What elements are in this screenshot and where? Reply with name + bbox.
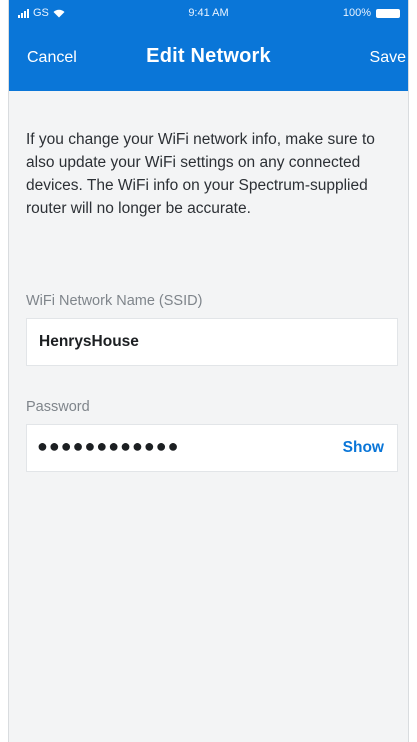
- status-bar: GS 9:41 AM 100%: [9, 0, 408, 26]
- header: GS 9:41 AM 100% Cancel Edit Network Save: [9, 0, 408, 91]
- status-right: 100%: [343, 7, 400, 19]
- show-password-button[interactable]: Show: [343, 439, 384, 457]
- password-label: Password: [26, 399, 90, 415]
- battery-percent: 100%: [342, 7, 371, 19]
- page-title: Edit Network: [146, 45, 271, 67]
- password-value: ●●●●●●●●●●●●: [37, 436, 180, 456]
- phone-screen: GS 9:41 AM 100% Cancel Edit Network Save…: [8, 0, 409, 742]
- intro-text: If you change your WiFi network info, ma…: [26, 131, 375, 217]
- battery-icon: [376, 8, 400, 18]
- ssid-input[interactable]: HenrysHouse: [26, 318, 398, 366]
- ssid-label: WiFi Network Name (SSID): [26, 293, 203, 309]
- save-button[interactable]: Save: [370, 49, 406, 67]
- password-input[interactable]: ●●●●●●●●●●●● Show: [26, 424, 398, 472]
- nav-bar: Cancel Edit Network Save: [9, 26, 408, 91]
- ssid-value: HenrysHouse: [39, 333, 139, 350]
